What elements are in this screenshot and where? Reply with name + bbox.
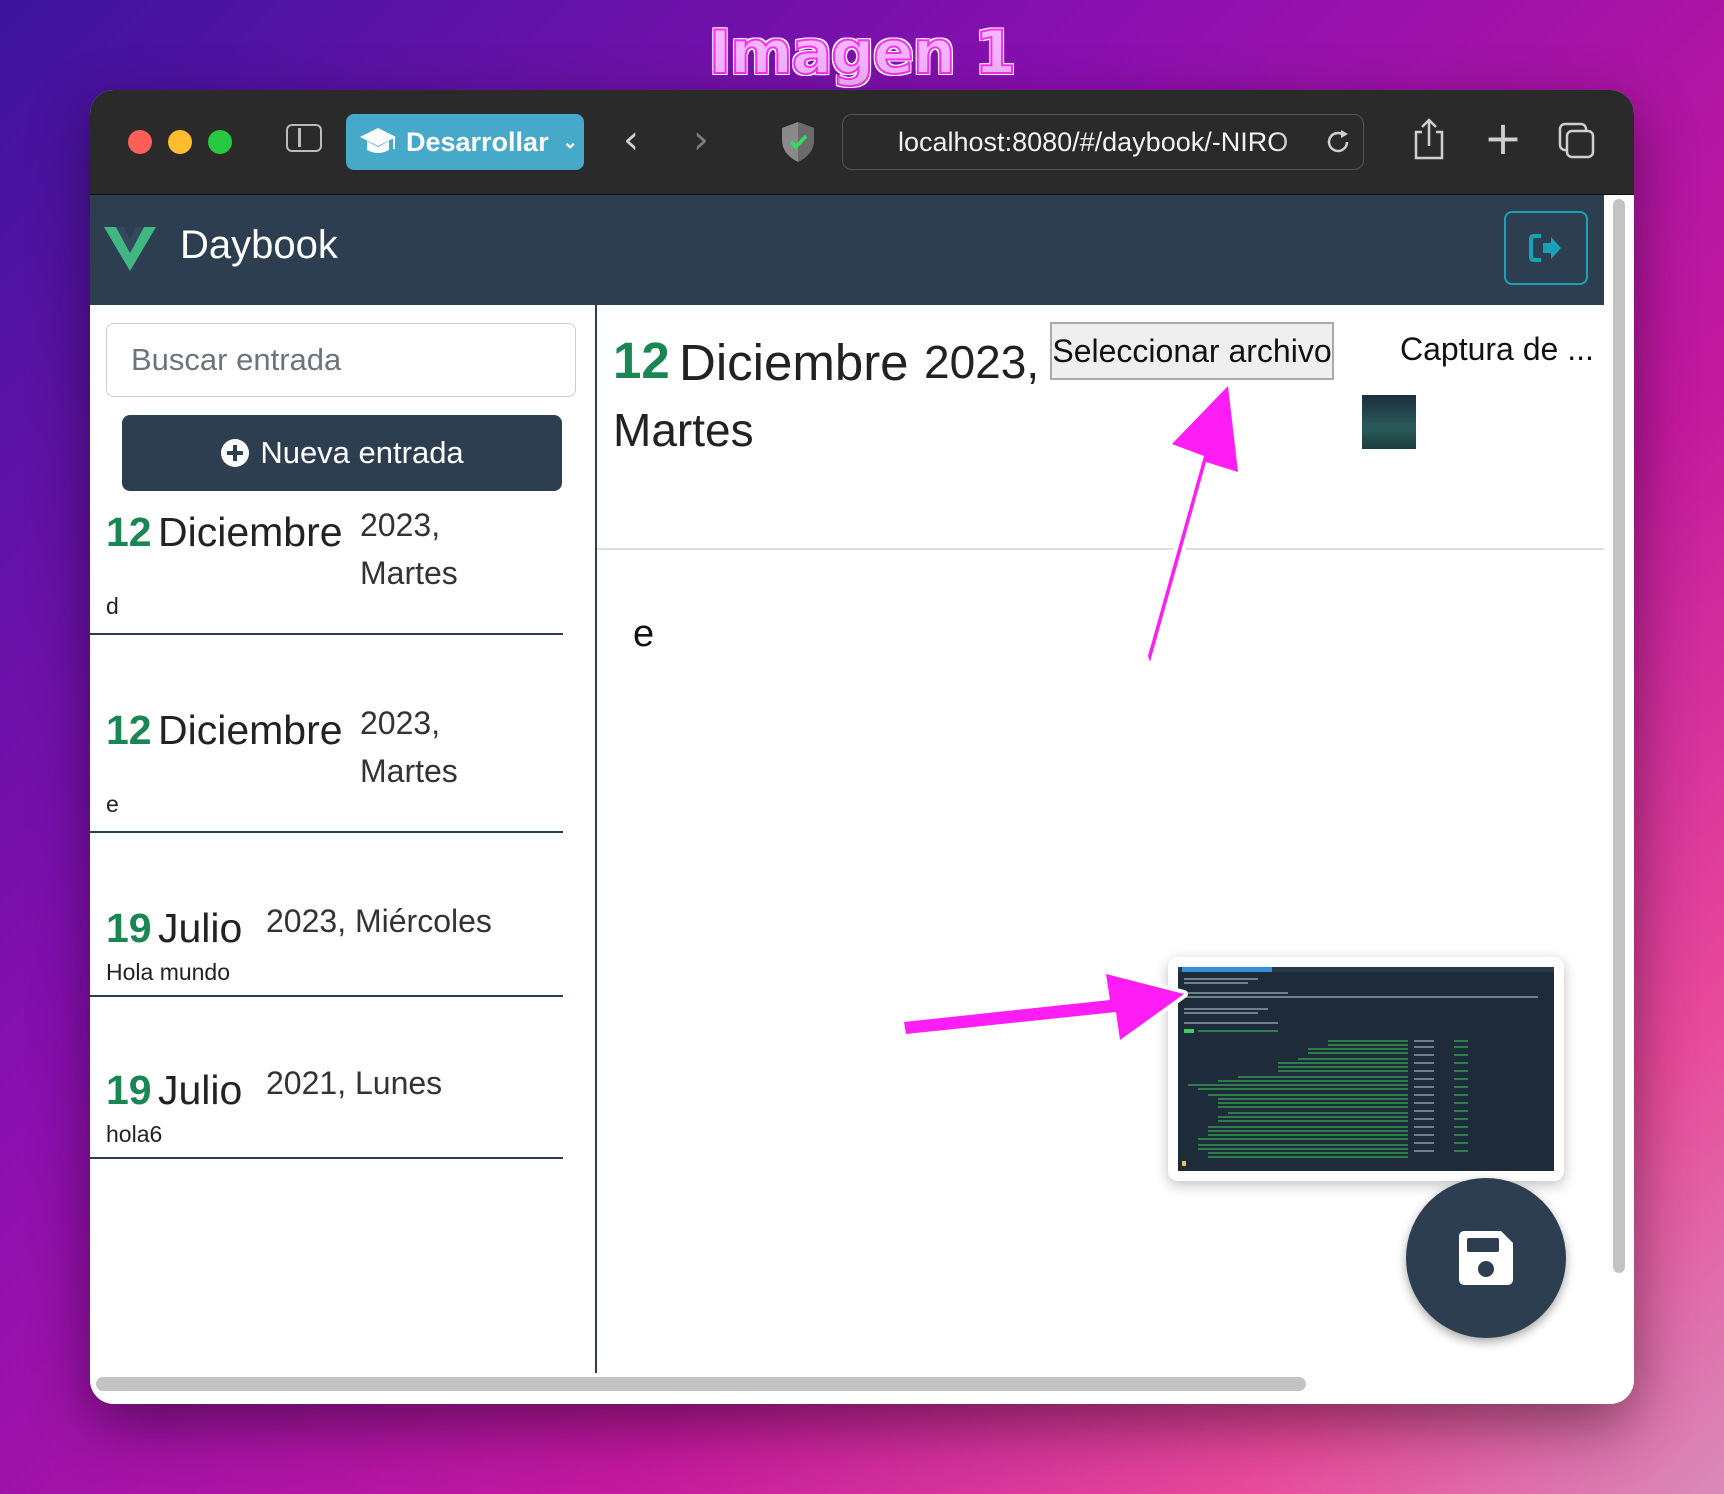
app-brand: Daybook: [180, 223, 338, 267]
forward-arrow-icon[interactable]: ›: [686, 120, 716, 160]
entry-month: Diciembre: [158, 509, 343, 555]
entry-text: e: [106, 791, 119, 817]
page-viewport: Daybook Nueva entrada 12 Diciem: [90, 195, 1634, 1404]
divider: [597, 548, 1604, 550]
entry-day: 19: [106, 1067, 152, 1113]
selected-file-name: Captura de ...: [1400, 331, 1594, 367]
entry-image: [1168, 957, 1564, 1181]
vue-logo-icon: [104, 227, 156, 271]
detail-month: Diciembre: [679, 334, 909, 391]
list-item[interactable]: 19 Julio 2021, Lunes hola6: [90, 1065, 563, 1159]
entry-month: Julio: [158, 905, 243, 951]
new-entry-button[interactable]: Nueva entrada: [122, 415, 562, 491]
entry-year-weekday: 2021, Lunes: [266, 1065, 443, 1101]
chevron-down-icon: ⌄: [562, 131, 578, 152]
address-bar[interactable]: localhost:8080/#/daybook/-NIRO: [842, 114, 1364, 170]
list-item[interactable]: 19 Julio 2023, Miércoles Hola mundo: [90, 903, 563, 997]
privacy-shield-icon[interactable]: [778, 120, 818, 164]
entry-day: 12: [106, 509, 152, 555]
entry-month: Julio: [158, 1067, 243, 1113]
app-navbar: Daybook: [90, 195, 1604, 305]
detail-weekday: Martes: [613, 404, 754, 456]
entry-year: 2023,: [360, 507, 441, 543]
entry-text: hola6: [106, 1121, 163, 1147]
list-item[interactable]: 12 Diciembre 2023, Martes d: [90, 507, 563, 635]
close-window-button[interactable]: [128, 130, 152, 154]
share-icon[interactable]: [1406, 116, 1452, 164]
entry-day: 19: [106, 905, 152, 951]
logout-button[interactable]: [1504, 211, 1588, 285]
entry-weekday: Martes: [360, 753, 458, 789]
url-text: localhost:8080/#/daybook/-NIRO: [898, 126, 1289, 157]
profile-label: Desarrollar: [406, 126, 549, 157]
entry-text: d: [106, 593, 119, 619]
entry-month: Diciembre: [158, 707, 343, 753]
entry-weekday: Martes: [360, 555, 458, 591]
new-entry-label: Nueva entrada: [260, 435, 464, 470]
minimize-window-button[interactable]: [168, 130, 192, 154]
graduation-cap-icon: [360, 128, 396, 153]
image-thumbnail: [1362, 395, 1416, 449]
zoom-window-button[interactable]: [208, 130, 232, 154]
reload-icon[interactable]: [1323, 127, 1353, 157]
entry-body-textarea[interactable]: e: [633, 613, 654, 656]
back-arrow-icon[interactable]: ‹: [616, 120, 646, 160]
entry-list-panel: Nueva entrada 12 Diciembre 2023, Martes …: [90, 305, 597, 1373]
select-file-button[interactable]: Seleccionar archivo: [1050, 322, 1334, 380]
caption-title: Imagen 1: [708, 17, 1017, 89]
sign-out-icon: [1529, 234, 1561, 262]
tab-overview-icon[interactable]: [1554, 116, 1600, 164]
browser-toolbar: Desarrollar ⌄ ‹ › localhost:8080/#/daybo…: [90, 90, 1634, 195]
new-tab-icon[interactable]: +: [1480, 115, 1526, 164]
save-button[interactable]: [1406, 1178, 1566, 1338]
detail-year: 2023,: [924, 336, 1040, 388]
vertical-scrollbar-thumb[interactable]: [1613, 199, 1625, 1273]
vertical-scrollbar[interactable]: [1610, 199, 1628, 1279]
entry-year-weekday: 2023, Miércoles: [266, 903, 492, 939]
detail-day: 12: [613, 332, 670, 389]
plus-circle-icon: [221, 439, 250, 467]
entry-year: 2023,: [360, 705, 441, 741]
sidebar-toggle-icon[interactable]: [286, 124, 322, 152]
horizontal-scrollbar-thumb[interactable]: [96, 1377, 1306, 1391]
list-item[interactable]: 12 Diciembre 2023, Martes e: [90, 705, 563, 833]
search-input[interactable]: [106, 323, 576, 397]
entry-text: Hola mundo: [106, 959, 231, 985]
browser-window: Desarrollar ⌄ ‹ › localhost:8080/#/daybo…: [90, 90, 1634, 1404]
entry-detail-panel: 12 Diciembre 2023, Martes Seleccionar ar…: [597, 305, 1604, 1373]
floppy-disk-icon: [1459, 1231, 1513, 1285]
profile-button[interactable]: Desarrollar ⌄: [346, 114, 584, 170]
entry-day: 12: [106, 707, 152, 753]
